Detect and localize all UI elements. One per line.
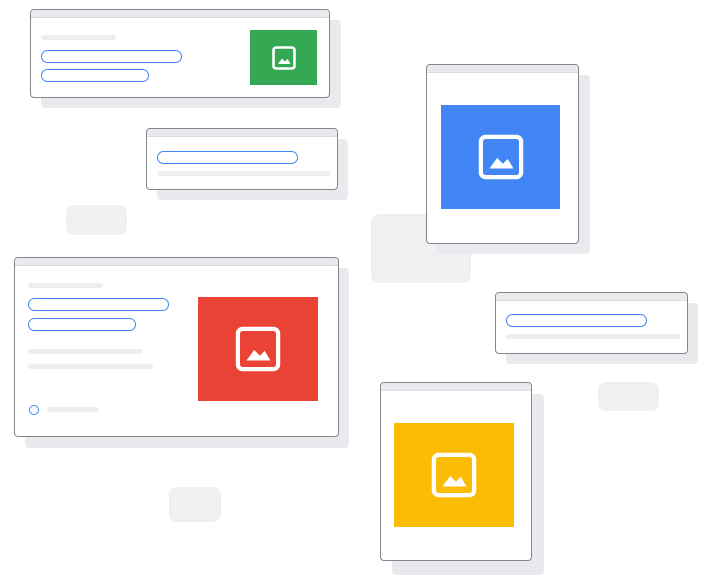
text-placeholder-line [47,407,99,412]
card-header-bar [15,258,338,266]
image-placeholder-icon [271,45,296,70]
card-large-left[interactable] [14,257,339,437]
image-placeholder-icon [235,326,281,372]
text-placeholder-line [28,364,153,369]
input-field[interactable] [41,69,149,82]
card-small-center[interactable] [146,128,338,190]
text-placeholder-line [506,334,680,339]
image-thumbnail-green [250,30,317,85]
image-placeholder-icon [478,134,523,180]
background-blob [598,382,659,411]
card-header-bar [147,129,337,137]
image-thumbnail-yellow [394,423,514,527]
background-blob [169,487,221,522]
text-placeholder-line [28,349,143,354]
card-header-bar [31,10,329,18]
card-header-bar [381,383,531,391]
card-tall-blue[interactable] [426,64,579,244]
image-placeholder-icon [431,452,477,498]
card-small-right[interactable] [495,292,688,354]
card-tall-yellow[interactable] [380,382,532,561]
input-field[interactable] [506,314,647,327]
background-blob [66,205,127,235]
text-placeholder-line [41,35,116,40]
card-header-bar [496,293,687,301]
text-placeholder-line [157,171,331,176]
input-field[interactable] [28,298,169,311]
radio-button[interactable] [29,405,39,415]
input-field[interactable] [157,151,298,164]
text-placeholder-line [28,283,103,288]
card-header-bar [427,65,578,73]
input-field[interactable] [41,50,182,63]
image-thumbnail-red [198,297,318,401]
card-top-left[interactable] [30,9,330,98]
image-thumbnail-blue [441,105,560,209]
input-field[interactable] [28,318,136,331]
